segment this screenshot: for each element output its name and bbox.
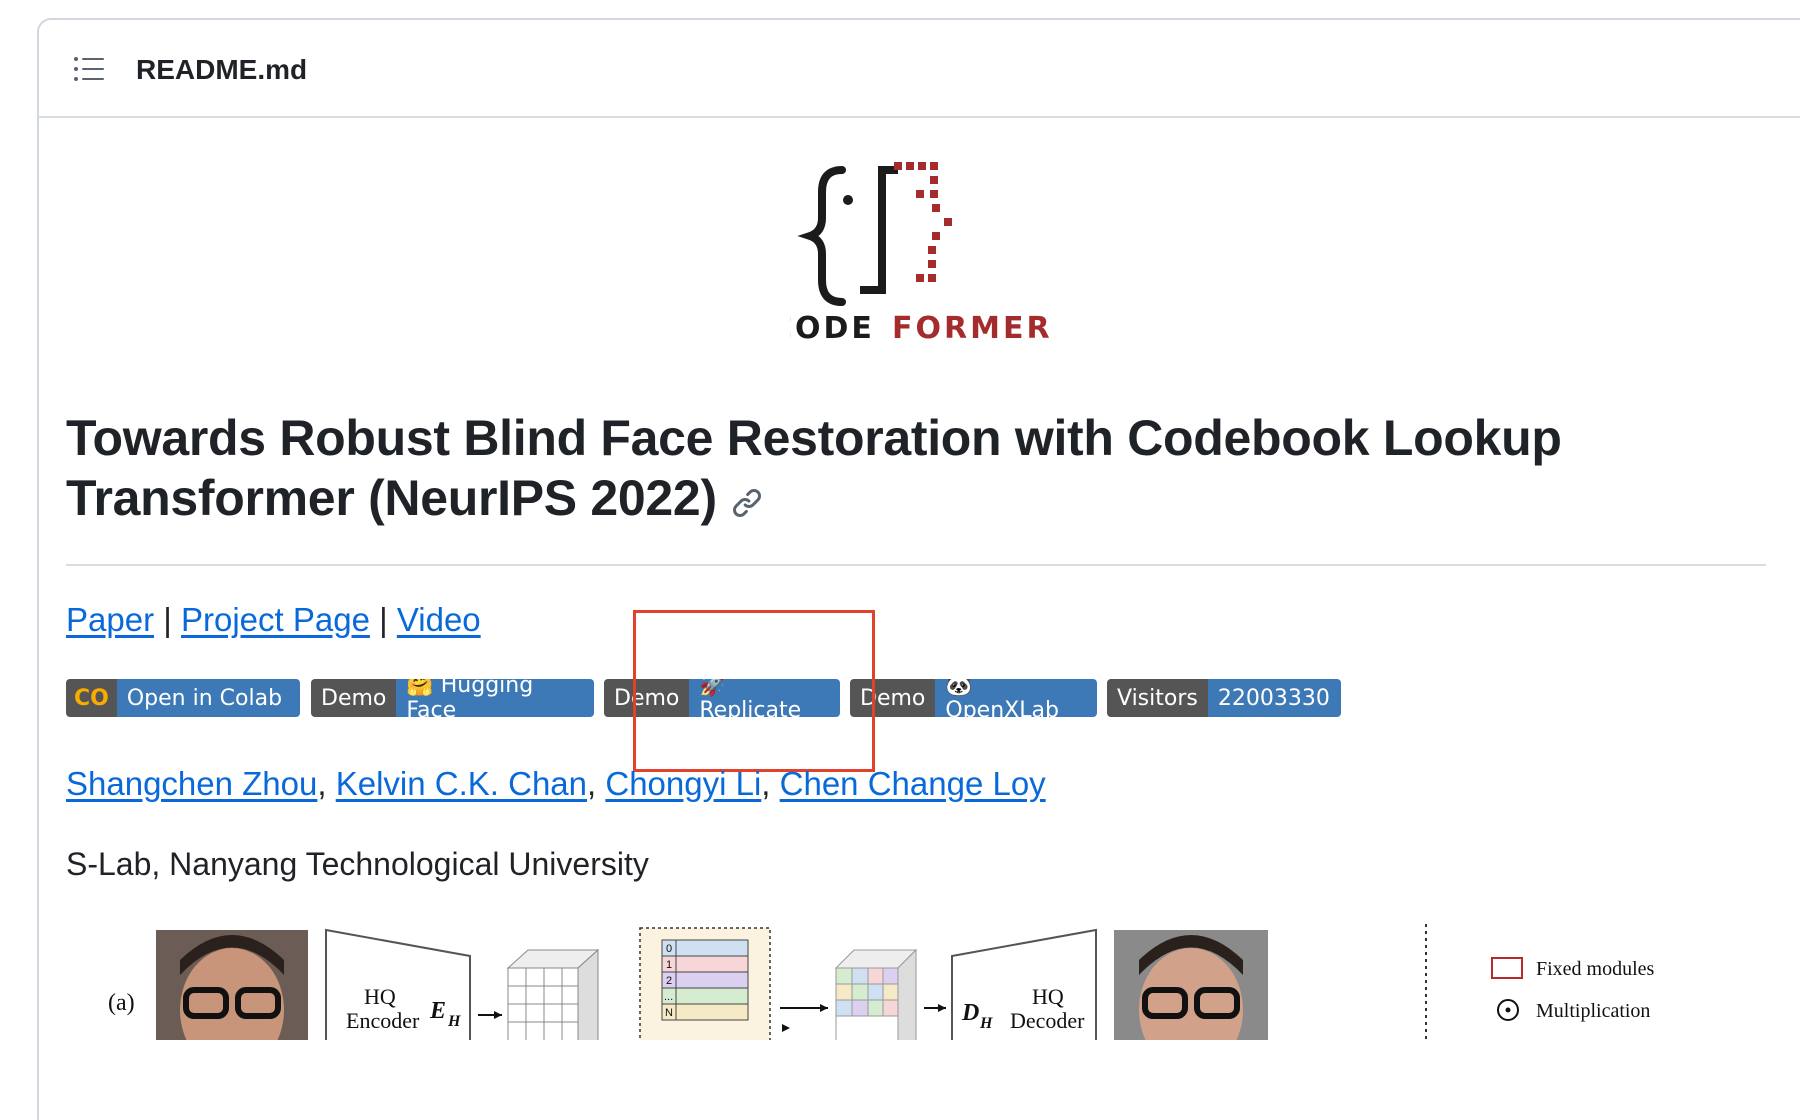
logo-text-code: CODE [790,311,875,346]
colab-badge[interactable]: CO Open in Colab [66,679,300,717]
codebook-index: 0 [666,943,672,955]
decoder-symbol-sub: H [979,1015,993,1032]
encoder-sub-label: Encoder [346,1008,420,1033]
authors-line: Shangchen Zhou, Kelvin C.K. Chan, Chongy… [66,765,1046,803]
encoder-label: HQ [364,984,396,1009]
affiliation: S-Lab, Nanyang Technological University [66,846,649,882]
author-link[interactable]: Chen Change Loy [780,765,1046,802]
video-link[interactable]: Video [397,601,481,638]
legend-fixed-modules: Fixed modules [1536,958,1655,980]
badge-right-text: 🤗 Hugging Face [396,679,594,717]
fixed-modules-swatch [1491,957,1523,979]
decoder-label: HQ [1032,984,1064,1009]
badge-left-text: Demo [311,679,397,717]
huggingface-badge[interactable]: Demo 🤗 Hugging Face [311,679,594,717]
visitors-count: 22003330 [1207,679,1341,717]
openxlab-badge[interactable]: Demo 🐼 OpenXLab [850,679,1097,717]
page-title: Towards Robust Blind Face Restoration wi… [66,408,1766,532]
codebook-index: 2 [666,975,672,987]
architecture-figure: (a) HQ Encoder E H 0 1 2 ... N D H HQ De… [108,924,1655,1040]
codebook-index: 1 [666,959,672,971]
readme-header: README.md [39,20,1800,118]
link-separator: | [163,601,172,638]
encoder-symbol-sub: H [447,1013,461,1030]
quantized-feature-grid [834,948,918,1040]
project-page-link[interactable]: Project Page [181,601,370,638]
codeformer-logo: CODE FORMER [790,162,1053,346]
decoder-symbol: D [961,1000,979,1026]
link-icon[interactable] [731,472,763,532]
title-divider [66,564,1766,566]
author-link[interactable]: Kelvin C.K. Chan [336,765,587,802]
author-separator: , [761,765,771,802]
link-separator: | [379,601,388,638]
author-link[interactable]: Chongyi Li [605,765,761,802]
visitors-badge[interactable]: Visitors 22003330 [1107,679,1341,717]
badge-left-text: Visitors [1107,679,1208,717]
colab-logo-icon: CO [66,679,117,717]
badge-right-text: Open in Colab [116,679,300,717]
badge-right-text: 🐼 OpenXLab [935,679,1097,717]
list-unordered-icon[interactable] [73,56,105,82]
author-separator: , [587,765,597,802]
paper-link[interactable]: Paper [66,601,154,638]
feature-grid [506,948,600,1040]
codebook-table: 0 1 2 ... N [661,939,749,1021]
decoder-sub-label: Decoder [1010,1008,1085,1033]
output-face-photo [1114,930,1268,1040]
logo-text-former: FORMER [892,311,1053,346]
codebook-index: ... [664,991,673,1003]
input-face-photo [156,930,308,1040]
file-name: README.md [136,54,308,85]
author-separator: , [317,765,327,802]
encoder-symbol: E [429,998,446,1024]
highlight-box [633,610,875,772]
figure-label: (a) [108,990,135,1016]
codebook-index: N [665,1007,673,1019]
title-text: Towards Robust Blind Face Restoration wi… [66,410,1562,526]
legend-multiplication: Multiplication [1536,1000,1650,1022]
paper-links: Paper | Project Page | Video [66,601,481,639]
author-link[interactable]: Shangchen Zhou [66,765,317,802]
